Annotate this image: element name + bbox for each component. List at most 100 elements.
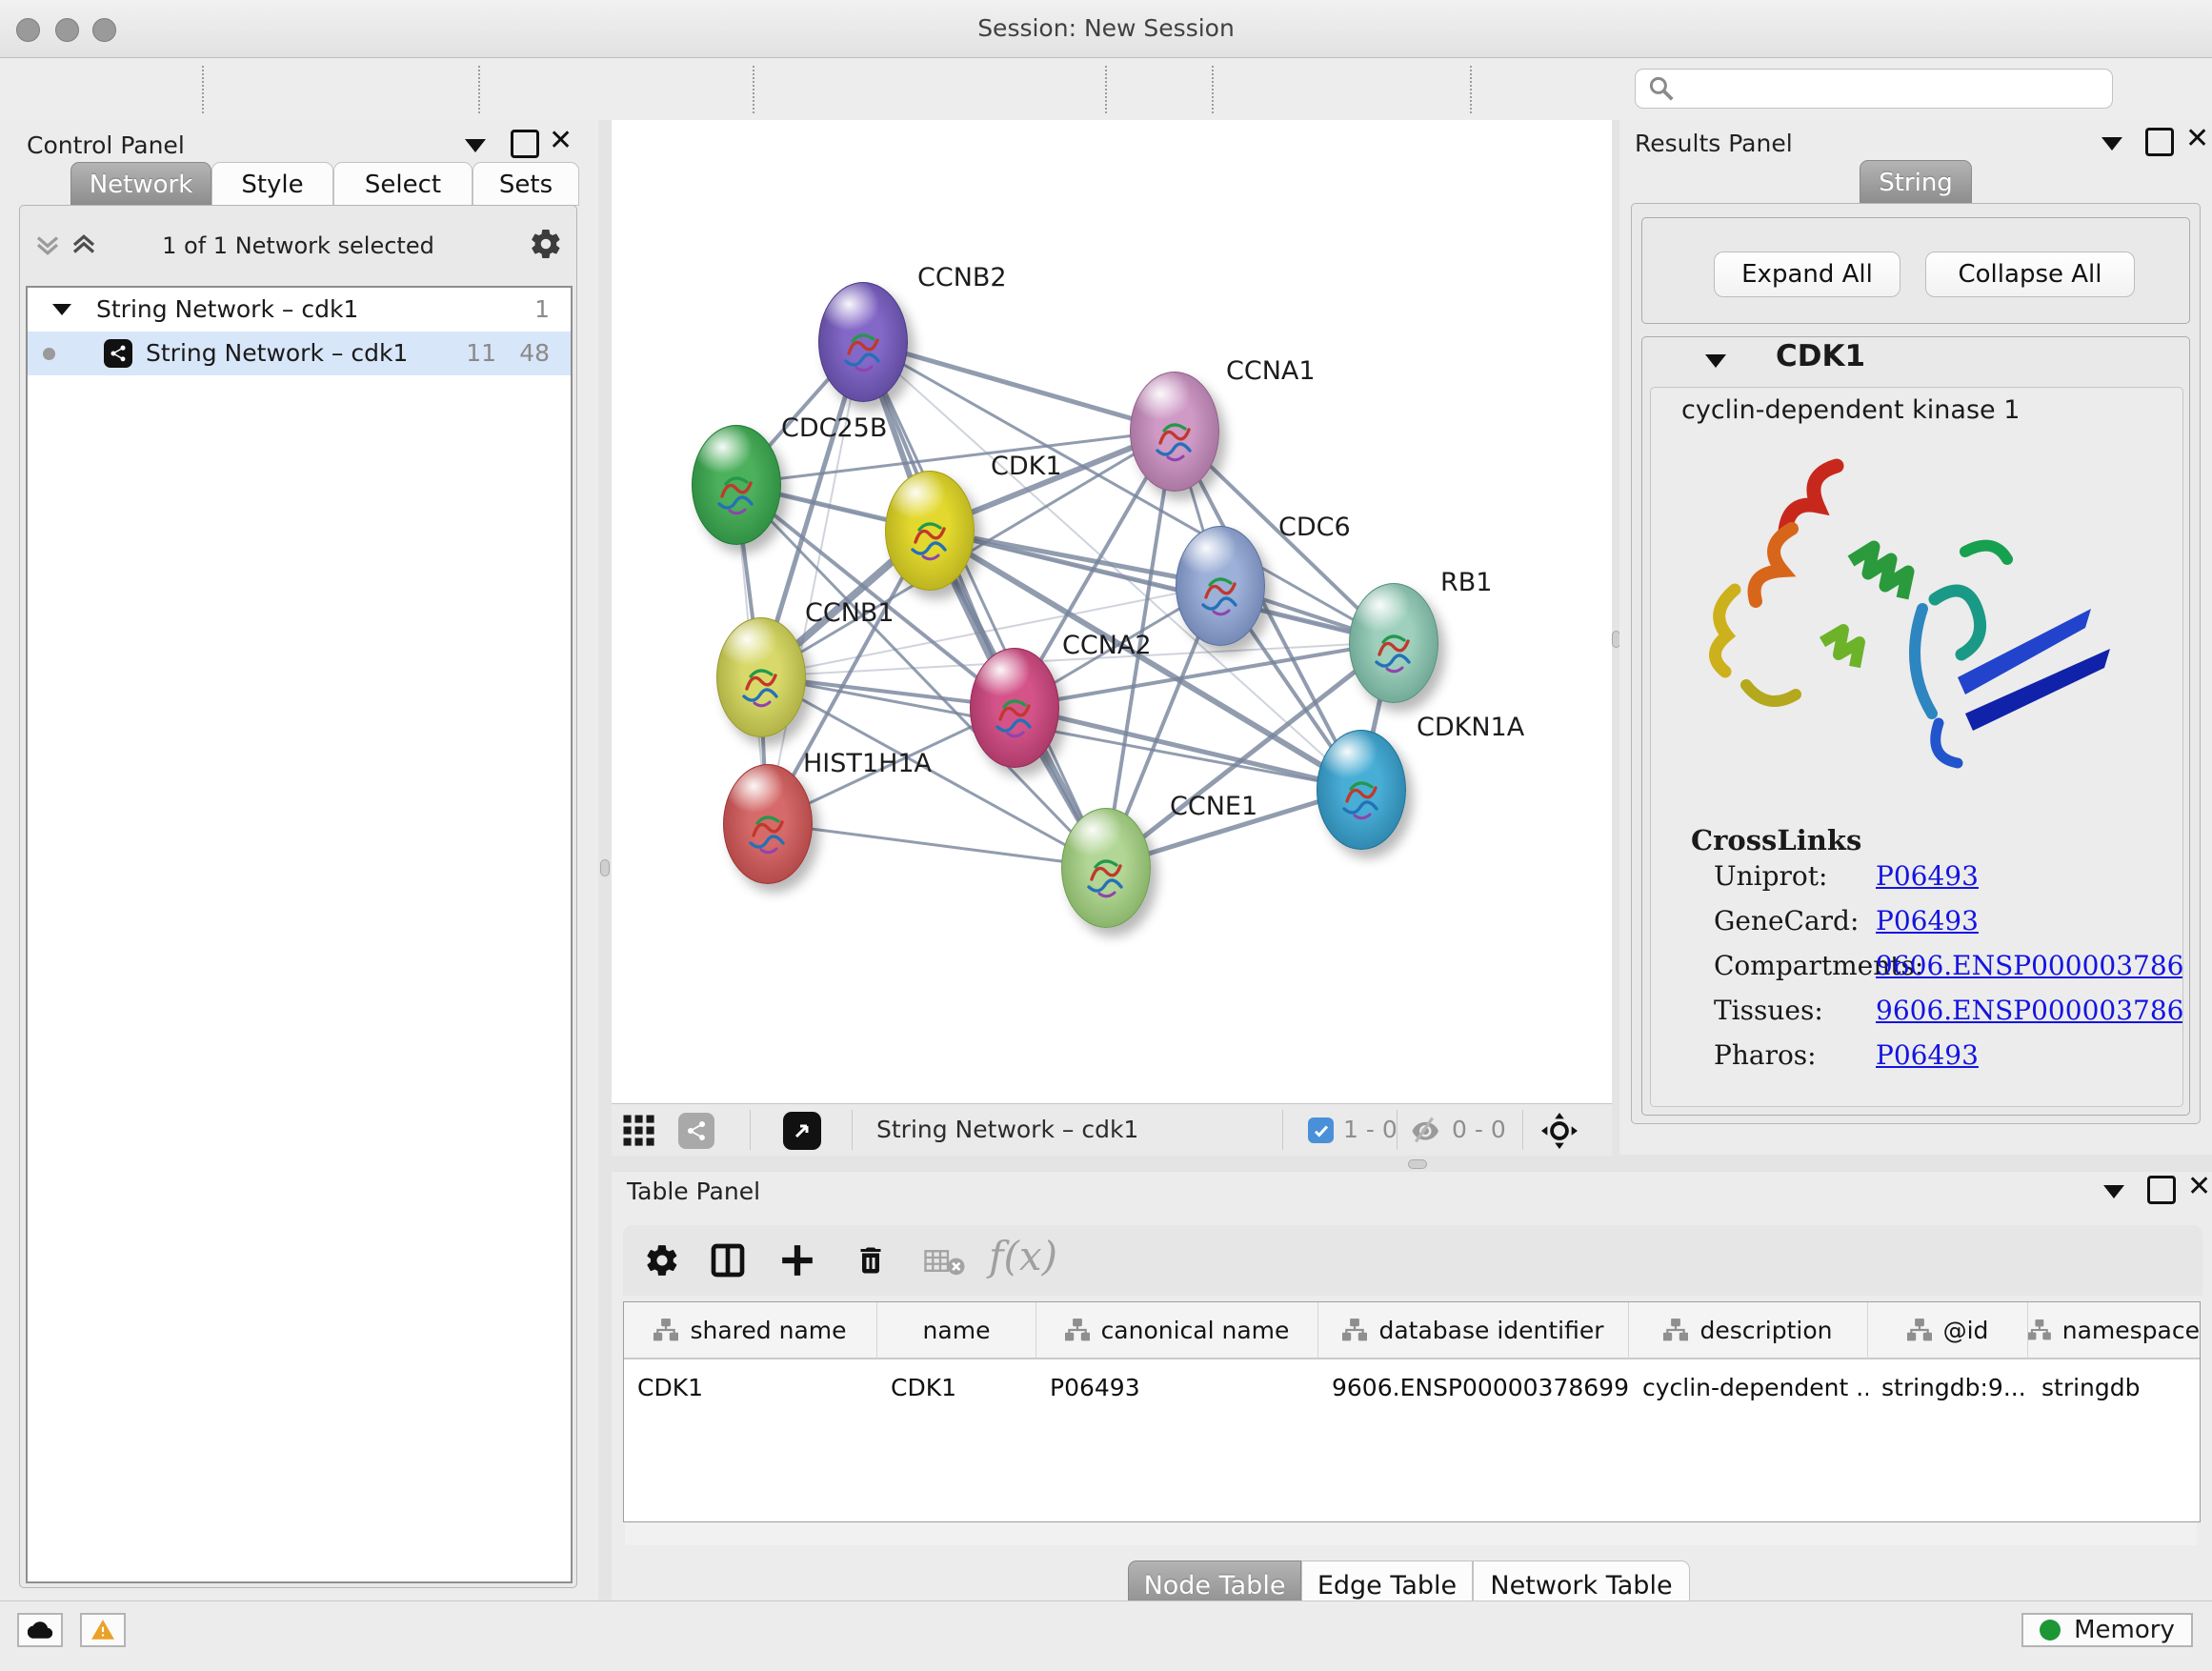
table-cell[interactable]: cyclin-dependent ...	[1629, 1361, 1868, 1415]
table-cell[interactable]: stringdb:9...	[1868, 1361, 2028, 1415]
network-edge[interactable]	[862, 341, 1174, 431]
tab-string[interactable]: String	[1860, 160, 1972, 204]
network-view-canvas[interactable]: CCNB2CCNA1CDC25BCDK1CDC6RB1CCNB1CCNA2CDK…	[612, 120, 1612, 1103]
network-node-ccna1[interactable]	[1130, 372, 1219, 492]
tab-network[interactable]: Network	[70, 162, 211, 206]
statusbar-separator	[1522, 1110, 1523, 1150]
show-columns-icon[interactable]	[709, 1241, 747, 1279]
results-panel-float-button[interactable]	[2145, 128, 2174, 156]
column-header-shared-name[interactable]: shared name	[624, 1302, 877, 1359]
network-node-cdc6[interactable]	[1176, 526, 1265, 646]
window-titlebar: Session: New Session	[0, 0, 2212, 58]
crosslink-link[interactable]: 9606.ENSP00000378699	[1876, 995, 2183, 1026]
table-horizontal-scrollbar[interactable]	[625, 1522, 2197, 1545]
network-options-gear-icon[interactable]	[529, 227, 563, 261]
network-node-cdc25b[interactable]	[692, 425, 781, 545]
control-panel-close-button[interactable]: ✕	[549, 130, 573, 152]
table-cell[interactable]: P06493	[1036, 1361, 1318, 1415]
table-cell[interactable]: stringdb	[2028, 1361, 2201, 1415]
column-header-name[interactable]: name	[877, 1302, 1036, 1359]
expand-all-button[interactable]: Expand All	[1714, 252, 1900, 297]
share-view-icon[interactable]	[678, 1113, 714, 1149]
table-panel-float-button[interactable]	[2147, 1176, 2176, 1204]
node-label-rb1: RB1	[1440, 568, 1492, 597]
network-status-dot	[43, 348, 55, 360]
crosslink-link[interactable]: P06493	[1876, 1039, 1979, 1071]
column-header--id[interactable]: @id	[1868, 1302, 2028, 1359]
table-panel-close-button[interactable]: ✕	[2187, 1176, 2211, 1198]
control-panel-float-button[interactable]	[511, 130, 539, 158]
network-edge[interactable]	[862, 341, 1105, 867]
network-node-ccna2[interactable]	[970, 648, 1059, 768]
results-panel-menu-caret[interactable]	[2101, 137, 2122, 151]
control-panel-menu-caret[interactable]	[465, 139, 486, 152]
tab-sets[interactable]: Sets	[473, 162, 579, 206]
search-field[interactable]	[1635, 69, 2113, 109]
crosslink-link[interactable]: P06493	[1876, 905, 1979, 936]
table-cell[interactable]: CDK1	[624, 1361, 877, 1415]
table-cell[interactable]: CDK1	[877, 1361, 1036, 1415]
network-node-hist1h1a[interactable]	[723, 764, 813, 884]
crosslink-link[interactable]: 9606.ENSP00000378699	[1876, 950, 2183, 981]
protein-structure-image	[1679, 437, 2146, 818]
left-vertical-splitter[interactable]	[598, 120, 612, 1601]
column-header-description[interactable]: description	[1629, 1302, 1868, 1359]
column-header-database-identifier[interactable]: database identifier	[1318, 1302, 1629, 1359]
network-node-ccnb2[interactable]	[818, 282, 908, 402]
add-column-icon[interactable]	[779, 1242, 815, 1278]
grid-view-icon[interactable]	[622, 1114, 656, 1148]
hidden-eye-slash-icon[interactable]	[1408, 1116, 1440, 1144]
column-header-label: description	[1699, 1317, 1832, 1344]
network-node-rb1[interactable]	[1349, 583, 1438, 703]
crosslink-link[interactable]: P06493	[1876, 860, 1979, 892]
table-cell[interactable]: 9606.ENSP00000378699	[1318, 1361, 1629, 1415]
table-options-gear-icon[interactable]	[644, 1242, 680, 1278]
function-builder-icon: f(x)	[989, 1233, 1057, 1279]
network-collection-row[interactable]: String Network – cdk1 1	[28, 288, 571, 332]
cdk1-detail-box: cyclin-dependent kinase 1 CrossLi	[1650, 387, 2183, 1107]
cloud-status-button[interactable]	[17, 1613, 63, 1647]
right-vertical-splitter[interactable]	[1612, 120, 1619, 1155]
splitter-handle[interactable]	[1408, 1159, 1427, 1169]
tab-style[interactable]: Style	[211, 162, 333, 206]
node-label-ccna2: CCNA2	[1062, 631, 1152, 660]
cloud-icon	[27, 1620, 53, 1641]
network-node-count: 11	[466, 332, 496, 375]
collection-expand-caret[interactable]	[52, 304, 71, 315]
collapse-all-button[interactable]: Collapse All	[1925, 252, 2135, 297]
network-node-ccnb1[interactable]	[716, 617, 806, 737]
network-edge[interactable]	[767, 823, 1105, 867]
results-panel-close-button[interactable]: ✕	[2185, 128, 2209, 151]
horizontal-splitter[interactable]	[612, 1155, 2212, 1172]
network-row-selected[interactable]: String Network – cdk1 11 48	[28, 332, 571, 375]
toolbar-separator	[478, 66, 480, 113]
memory-label: Memory	[2074, 1616, 2175, 1644]
network-node-cdkn1a[interactable]	[1317, 730, 1406, 850]
cdk1-collapse-caret[interactable]	[1705, 354, 1726, 368]
delete-column-icon[interactable]	[854, 1242, 888, 1278]
table-panel-menu-caret[interactable]	[2103, 1185, 2124, 1198]
hidden-counts: 0 - 0	[1452, 1104, 1506, 1156]
crosslinks-title: CrossLinks	[1691, 824, 1861, 856]
network-node-ccne1[interactable]	[1061, 808, 1151, 928]
column-header-label: name	[923, 1317, 991, 1344]
search-input[interactable]	[1683, 74, 2112, 103]
selected-checkbox-icon[interactable]	[1308, 1117, 1334, 1143]
protein-thumbnail-icon	[903, 504, 956, 567]
network-tab-panel: 1 of 1 Network selected String Network –…	[19, 205, 577, 1588]
network-view-title: String Network – cdk1	[876, 1104, 1138, 1156]
crosslink-label: Tissues:	[1714, 995, 1823, 1026]
warnings-button[interactable]	[80, 1613, 126, 1647]
network-edge[interactable]	[1014, 707, 1360, 789]
birds-eye-view-icon[interactable]	[783, 1112, 821, 1150]
fit-content-crosshair-icon[interactable]	[1541, 1113, 1578, 1149]
splitter-handle[interactable]	[600, 859, 610, 876]
network-node-cdk1[interactable]	[885, 471, 975, 591]
toolbar-separator	[1470, 66, 1472, 113]
column-header-namespace[interactable]: namespace	[2028, 1302, 2201, 1359]
column-header-canonical-name[interactable]: canonical name	[1036, 1302, 1318, 1359]
results-panel-title: Results Panel	[1635, 130, 1793, 157]
tab-select[interactable]: Select	[333, 162, 473, 206]
memory-button[interactable]: Memory	[2021, 1613, 2193, 1647]
protein-thumbnail-icon	[1194, 559, 1247, 622]
